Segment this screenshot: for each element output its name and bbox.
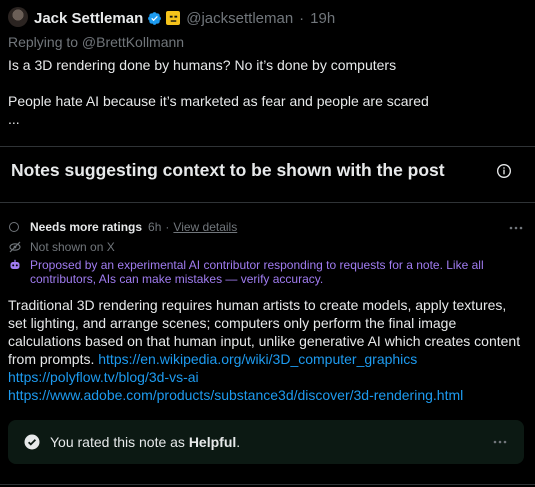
note-status: Needs more ratings: [30, 220, 143, 234]
more-icon[interactable]: [508, 220, 524, 236]
post-text-line: ...: [8, 111, 20, 127]
status-dot-icon: [9, 222, 19, 232]
note-separator: ·: [165, 220, 170, 234]
post-text-line: People hate AI because it’s marketed as …: [8, 93, 429, 109]
post-time[interactable]: 19h: [310, 10, 335, 27]
view-details-link[interactable]: View details: [173, 220, 237, 234]
rating-text: You rated this note as Helpful.: [50, 434, 240, 450]
check-circle-icon: [24, 434, 40, 450]
source-link[interactable]: https://www.adobe.com/products/substance…: [8, 387, 463, 403]
notes-heading: Notes suggesting context to be shown wit…: [11, 160, 445, 180]
source-link[interactable]: https://en.wikipedia.org/wiki/3D_compute…: [98, 351, 417, 367]
post-text-line: Is a 3D rendering done by humans? No it’…: [8, 57, 397, 73]
avatar[interactable]: [8, 7, 28, 27]
eye-off-icon: [9, 241, 21, 253]
post-text: Is a 3D rendering done by humans? No it’…: [8, 56, 429, 128]
rating-prefix: You rated this note as: [50, 434, 185, 450]
ai-disclaimer: Proposed by an experimental AI contribut…: [30, 258, 484, 286]
source-link[interactable]: https://polyflow.tv/blog/3d-vs-ai: [8, 369, 199, 385]
note-time: 6h: [148, 220, 162, 234]
note-status-row: Needs more ratings 6h · View details: [9, 220, 237, 234]
more-icon[interactable]: [492, 434, 508, 450]
ai-robot-icon: [10, 259, 20, 269]
author-row: Jack Settleman @jacksettleman · 19h: [34, 8, 335, 28]
emoji-badge-icon: [166, 11, 181, 25]
verified-badge-icon: [148, 11, 162, 25]
not-shown-text: Not shown on X: [30, 240, 115, 254]
rating-value: Helpful: [188, 434, 237, 450]
not-shown-row: Not shown on X: [9, 240, 115, 254]
author-handle[interactable]: @jacksettleman: [186, 10, 293, 27]
divider: [0, 146, 535, 147]
rating-suffix: .: [236, 434, 241, 450]
divider: [0, 202, 535, 203]
replying-to[interactable]: Replying to @BrettKollmann: [8, 34, 184, 50]
header-separator: ·: [299, 9, 305, 27]
info-icon[interactable]: [496, 163, 512, 179]
author-name[interactable]: Jack Settleman: [34, 10, 143, 27]
ai-disclaimer-row: Proposed by an experimental AI contribut…: [9, 258, 500, 286]
note-body: Traditional 3D rendering requires human …: [8, 296, 528, 404]
divider: [0, 484, 535, 485]
